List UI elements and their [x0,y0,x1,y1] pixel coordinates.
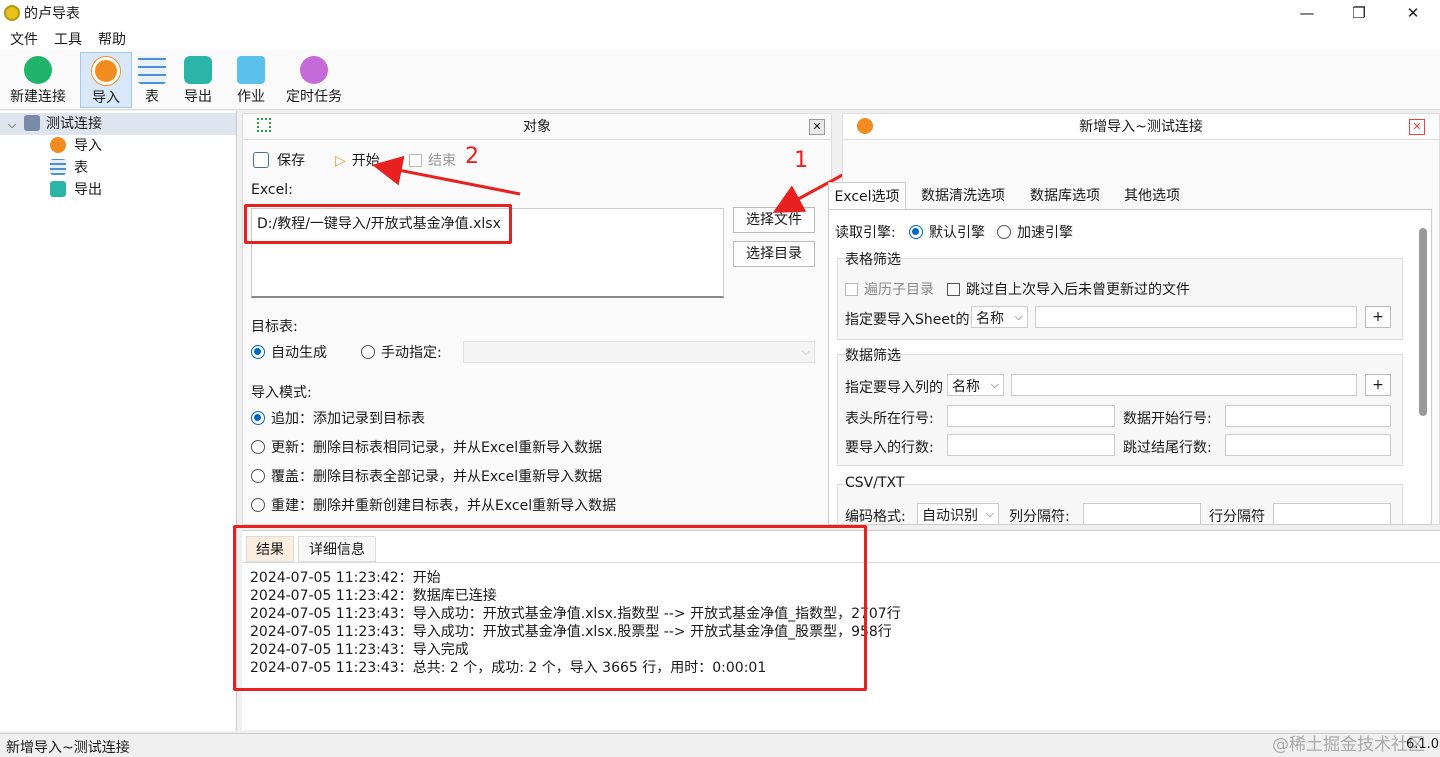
status-text: 新增导入~测试连接 [6,740,130,756]
skip-tail-input[interactable] [1225,434,1391,456]
arrow-to-start [372,155,521,196]
sheet-label: 指定要导入Sheet的 [845,312,970,328]
encoding-select[interactable]: 自动识别 ⌵ [917,503,999,525]
traverse-checkbox: 遍历子目录 [845,279,934,299]
chevron-down-icon: ⌵ [1014,310,1023,323]
header-row-input[interactable] [947,405,1115,427]
table-filter-title: 表格筛选 [845,252,901,268]
sheet-add-button[interactable]: + [1365,306,1391,328]
rows-label: 要导入的行数: [845,440,934,456]
encoding-label: 编码格式: [845,509,906,525]
status-bar: 新增导入~测试连接 @稀土掘金技术社区 6.1.0 [0,733,1440,757]
close-pane-icon[interactable]: ✕ [1409,119,1425,135]
column-input[interactable] [1011,374,1357,396]
col-sep-input[interactable] [1083,503,1201,525]
chevron-down-icon: ⌵ [990,378,999,391]
sheet-input[interactable] [1035,306,1357,328]
scrollbar-thumb[interactable] [1419,228,1427,416]
tab-other-options[interactable]: 其他选项 [1114,182,1190,210]
row-sep-input[interactable] [1273,503,1391,525]
data-start-input[interactable] [1225,405,1391,427]
tab-excel-options[interactable]: Excel选项 [828,182,906,210]
skip-tail-label: 跳过结尾行数: [1123,440,1212,456]
excel-options-panel: 读取引擎: 默认引擎 加速引擎 表格筛选 遍历子目录 跳过自上次导入后未曾更新过… [828,209,1432,525]
column-select[interactable]: 名称 ⌵ [947,374,1004,396]
new-import-header: 新增导入~测试连接 ✕ [843,114,1439,140]
col-sep-label: 列分隔符: [1009,509,1070,525]
import-icon [857,118,873,134]
csv-title: CSV/TXT [845,475,905,491]
header-row-label: 表头所在行号: [845,411,934,427]
data-filter-title: 数据筛选 [845,348,901,364]
fast-engine-radio[interactable]: 加速引擎 [997,222,1073,242]
skip-unchanged-checkbox[interactable]: 跳过自上次导入后未曾更新过的文件 [947,279,1190,299]
column-label: 指定要导入列的 [845,380,943,396]
column-add-button[interactable]: + [1365,374,1391,396]
tab-database-options[interactable]: 数据库选项 [1020,182,1110,210]
result-highlight-box [233,525,867,691]
rows-input[interactable] [947,434,1115,456]
annotation-1: 1 [794,148,808,173]
engine-label: 读取引擎: [835,225,896,241]
row-sep-label: 行分隔符 [1209,509,1265,525]
version-label: 6.1.0 [1406,737,1440,752]
tab-cleaning-options[interactable]: 数据清洗选项 [910,182,1016,210]
default-engine-radio[interactable]: 默认引擎 [909,222,985,242]
watermark: @稀土掘金技术社区 [1272,735,1425,755]
sheet-select[interactable]: 名称 ⌵ [971,306,1028,328]
data-start-label: 数据开始行号: [1123,411,1212,427]
chevron-down-icon: ⌵ [985,507,994,520]
